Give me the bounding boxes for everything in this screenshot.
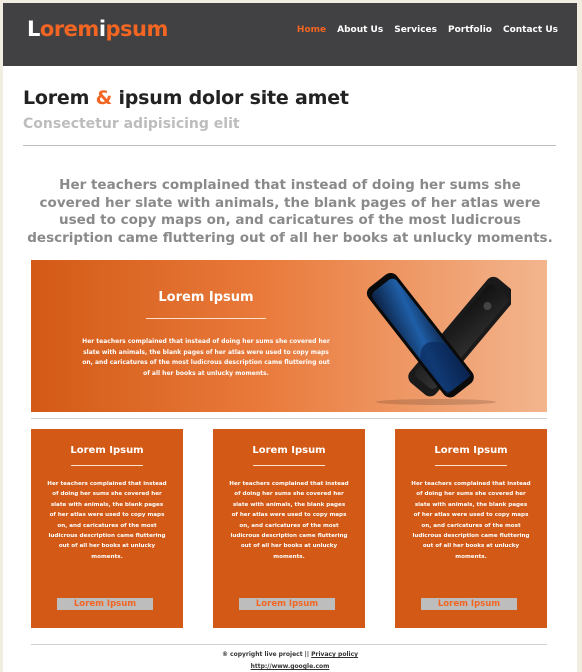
footer-copyright: ® copyright live project || Privacy poli… <box>221 651 359 658</box>
nav-portfolio[interactable]: Portfolio <box>448 25 492 35</box>
main-nav: Home About Us Services Portfolio Contact… <box>297 25 558 35</box>
page: Loremipsum Home About Us Services Portfo… <box>3 3 577 672</box>
phone-image <box>366 272 511 405</box>
hero-title: Lorem Ipsum <box>158 290 254 305</box>
card-divider <box>435 465 507 466</box>
nav-contact-us[interactable]: Contact Us <box>503 25 558 35</box>
card-title: Lorem Ipsum <box>252 445 326 456</box>
hero-text: Her teachers complained that instead of … <box>82 338 330 378</box>
card-title: Lorem Ipsum <box>70 445 144 456</box>
nav-about-us[interactable]: About Us <box>337 25 383 35</box>
divider <box>31 418 547 419</box>
card-text: Her teachers complained that instead of … <box>411 481 531 560</box>
page-title: Lorem & ipsum dolor site amet <box>23 87 349 109</box>
card-button[interactable]: Lorem Ipsum <box>239 598 335 610</box>
divider <box>31 644 547 645</box>
card-text: Her teachers complained that instead of … <box>229 481 349 560</box>
intro-text: Her teachers complained that instead of … <box>27 177 553 246</box>
card-divider <box>71 465 143 466</box>
divider <box>23 145 556 146</box>
page-subtitle: Consectetur adipisicing elit <box>23 116 240 132</box>
card-button[interactable]: Lorem Ipsum <box>57 598 153 610</box>
card-title: Lorem Ipsum <box>434 445 508 456</box>
card-button[interactable]: Lorem Ipsum <box>421 598 517 610</box>
nav-home[interactable]: Home <box>297 25 326 35</box>
site-logo[interactable]: Loremipsum <box>27 17 168 41</box>
feature-card: Lorem Ipsum Her teachers complained that… <box>213 429 365 628</box>
nav-services[interactable]: Services <box>394 25 437 35</box>
hero-banner: Lorem Ipsum Her teachers complained that… <box>31 260 547 412</box>
site-header: Loremipsum Home About Us Services Portfo… <box>3 3 577 66</box>
footer-url-link[interactable]: http://www.google.com <box>3 663 577 670</box>
feature-card: Lorem Ipsum Her teachers complained that… <box>395 429 547 628</box>
privacy-policy-link[interactable]: Privacy policy <box>311 651 358 658</box>
feature-card: Lorem Ipsum Her teachers complained that… <box>31 429 183 628</box>
card-divider <box>253 465 325 466</box>
hero-divider <box>146 318 266 319</box>
card-text: Her teachers complained that instead of … <box>47 481 167 560</box>
